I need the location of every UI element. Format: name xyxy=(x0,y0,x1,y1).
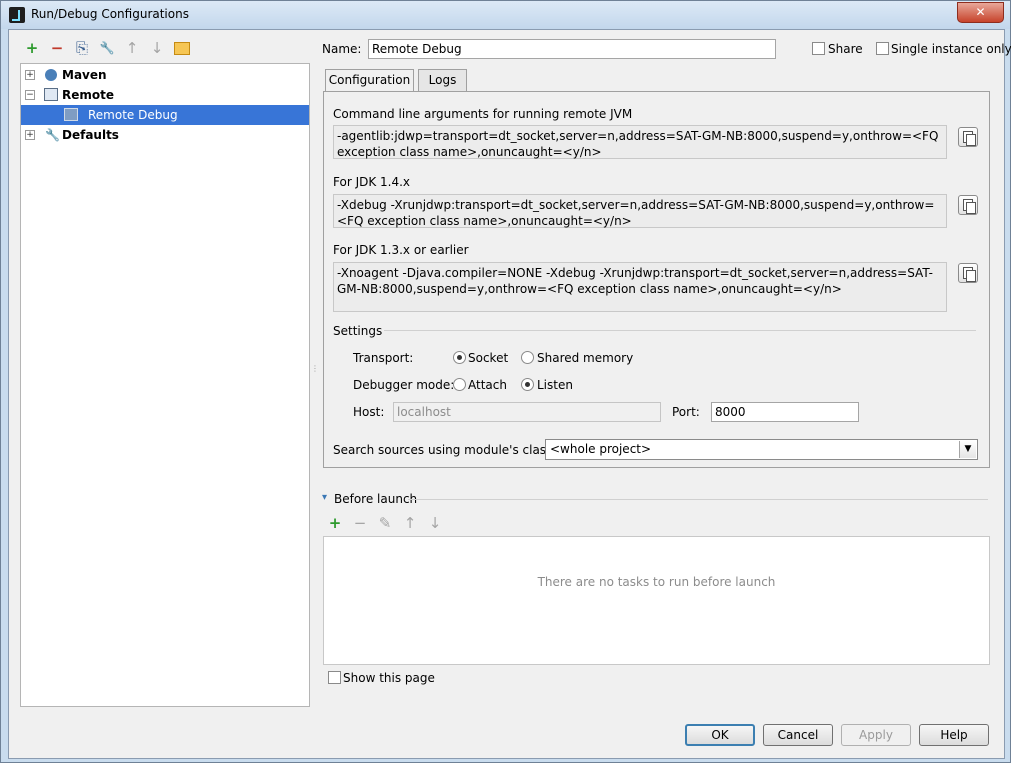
settings-label: Settings xyxy=(333,324,383,338)
chevron-down-icon[interactable]: ▼ xyxy=(959,441,976,458)
empty-tasks-message: There are no tasks to run before launch xyxy=(537,575,776,589)
remote-config-icon xyxy=(64,108,78,121)
tree-item-label: Remote xyxy=(62,88,115,102)
host-label: Host: xyxy=(353,405,385,419)
tree-item-remote-debug[interactable]: Remote Debug xyxy=(21,105,309,125)
tree-item-label: Defaults xyxy=(62,128,119,142)
jdk14-label: For JDK 1.4.x xyxy=(333,175,411,189)
cmd-args-text[interactable]: -agentlib:jdwp=transport=dt_socket,serve… xyxy=(333,125,947,159)
transport-socket-label: Socket xyxy=(468,351,509,365)
move-down-icon[interactable]: ↓ xyxy=(149,40,165,56)
move-task-up-icon[interactable]: ↑ xyxy=(402,515,418,531)
name-input[interactable]: Remote Debug xyxy=(368,39,776,59)
remove-task-icon[interactable]: − xyxy=(352,515,368,531)
transport-shared-memory-label: Shared memory xyxy=(537,351,634,365)
share-label: Share xyxy=(828,42,863,56)
before-launch-label[interactable]: Before launch xyxy=(334,492,417,506)
copy-icon xyxy=(963,131,976,146)
help-button[interactable]: Help xyxy=(919,724,989,746)
copy-configuration-icon[interactable]: ⎘ xyxy=(74,40,90,56)
search-sources-value: <whole project> xyxy=(550,442,652,456)
debugger-mode-label: Debugger mode: xyxy=(353,378,455,392)
apply-button[interactable]: Apply xyxy=(841,724,911,746)
move-task-down-icon[interactable]: ↓ xyxy=(427,515,443,531)
copy-jdk14-button[interactable] xyxy=(958,195,978,215)
gear-icon xyxy=(45,69,57,81)
configurations-tree[interactable]: + Maven − Remote Remote Debug + 🔧 Defaul… xyxy=(20,63,310,707)
copy-jdk13-button[interactable] xyxy=(958,263,978,283)
folder-icon[interactable] xyxy=(174,42,190,55)
window-title: Run/Debug Configurations xyxy=(31,7,189,21)
move-up-icon[interactable]: ↑ xyxy=(124,40,140,56)
host-input[interactable]: localhost xyxy=(393,402,661,422)
copy-cmd-args-button[interactable] xyxy=(958,127,978,147)
edit-defaults-icon[interactable]: 🔧 xyxy=(99,40,115,56)
tab-configuration[interactable]: Configuration xyxy=(325,69,414,92)
before-launch-separator xyxy=(408,499,988,500)
single-instance-label: Single instance only xyxy=(891,42,1011,56)
copy-icon xyxy=(963,267,976,282)
expand-icon[interactable]: + xyxy=(25,130,35,140)
mode-listen-radio[interactable] xyxy=(521,378,534,391)
tree-item-maven[interactable]: + Maven xyxy=(21,65,309,85)
transport-socket-radio[interactable] xyxy=(453,351,466,364)
collapse-arrow-icon[interactable]: ▾ xyxy=(322,492,327,503)
port-label: Port: xyxy=(672,405,700,419)
close-window-button[interactable]: ✕ xyxy=(957,2,1004,23)
single-instance-checkbox[interactable] xyxy=(876,42,889,55)
before-launch-task-list[interactable]: There are no tasks to run before launch xyxy=(323,536,990,665)
add-configuration-icon[interactable]: + xyxy=(24,40,40,56)
add-task-icon[interactable]: + xyxy=(327,515,343,531)
transport-shared-memory-radio[interactable] xyxy=(521,351,534,364)
wrench-icon: 🔧 xyxy=(45,128,60,142)
share-checkbox[interactable] xyxy=(812,42,825,55)
jdk13-label: For JDK 1.3.x or earlier xyxy=(333,243,469,257)
copy-icon xyxy=(963,199,976,214)
tree-item-defaults[interactable]: + 🔧 Defaults xyxy=(21,125,309,145)
mode-attach-radio[interactable] xyxy=(453,378,466,391)
edit-task-icon[interactable]: ✎ xyxy=(377,515,393,531)
show-this-page-checkbox[interactable] xyxy=(328,671,341,684)
search-sources-dropdown[interactable]: <whole project> ▼ xyxy=(545,439,978,460)
tree-item-label: Remote Debug xyxy=(88,108,178,122)
splitter-handle[interactable]: ⋮ xyxy=(311,364,319,378)
collapse-icon[interactable]: − xyxy=(25,90,35,100)
name-label: Name: xyxy=(322,42,362,56)
intellij-app-icon xyxy=(9,7,25,23)
title-bar: Run/Debug Configurations ✕ xyxy=(1,1,1010,29)
show-this-page-label: Show this page xyxy=(343,671,435,685)
remote-icon xyxy=(44,88,58,101)
jdk14-args-text[interactable]: -Xdebug -Xrunjdwp:transport=dt_socket,se… xyxy=(333,194,947,228)
tab-logs[interactable]: Logs xyxy=(418,69,467,91)
jdk13-args-text[interactable]: -Xnoagent -Djava.compiler=NONE -Xdebug -… xyxy=(333,262,947,312)
settings-separator xyxy=(384,330,976,331)
mode-listen-label: Listen xyxy=(537,378,573,392)
transport-label: Transport: xyxy=(353,351,414,365)
tree-item-remote[interactable]: − Remote xyxy=(21,85,309,105)
remove-configuration-icon[interactable]: − xyxy=(49,40,65,56)
tree-item-label: Maven xyxy=(62,68,107,82)
mode-attach-label: Attach xyxy=(468,378,507,392)
cmd-args-label: Command line arguments for running remot… xyxy=(333,107,633,121)
port-input[interactable]: 8000 xyxy=(711,402,859,422)
expand-icon[interactable]: + xyxy=(25,70,35,80)
ok-button[interactable]: OK xyxy=(685,724,755,746)
cancel-button[interactable]: Cancel xyxy=(763,724,833,746)
